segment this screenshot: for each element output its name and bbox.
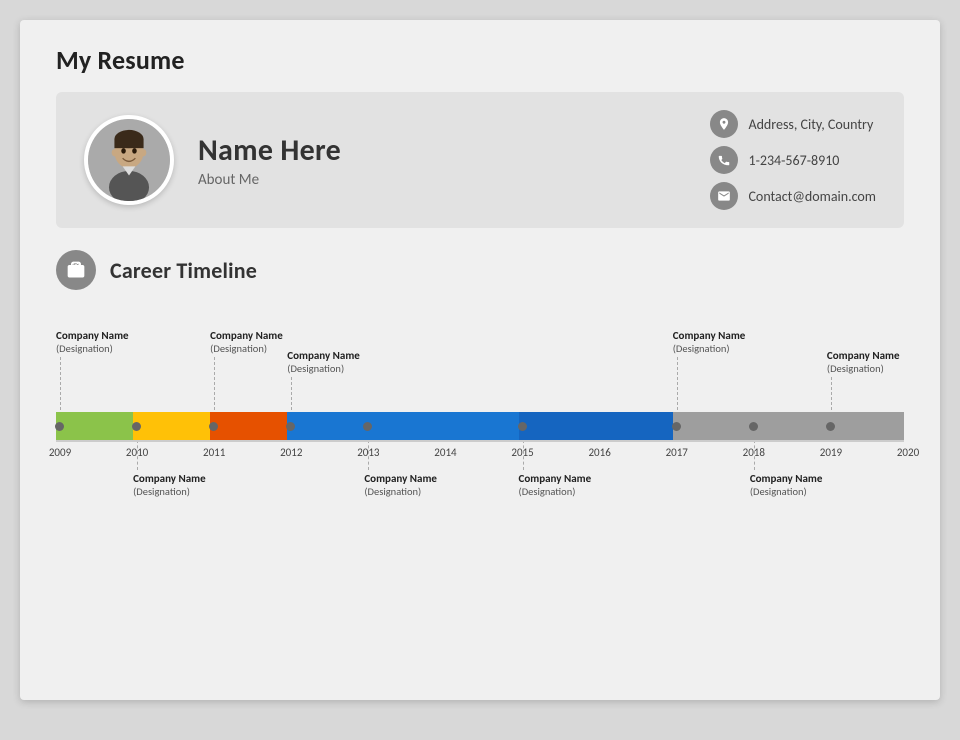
phone-icon xyxy=(710,146,738,174)
year-label: 2019 xyxy=(813,446,849,459)
email-text: Contact@domain.com xyxy=(748,188,876,205)
year-label: 2018 xyxy=(736,446,772,459)
year-label: 2016 xyxy=(582,446,618,459)
year-label: 2010 xyxy=(119,446,155,459)
address-row: Address, City, Country xyxy=(710,110,876,138)
timeline-dot xyxy=(55,422,64,431)
dashed-line xyxy=(291,377,292,410)
timeline-dot-bottom xyxy=(518,422,527,431)
year-label: 2015 xyxy=(505,446,541,459)
timeline-label-bottom: Company Name (Designation) xyxy=(133,472,253,498)
header-card: Name Here About Me Address, City, Countr… xyxy=(56,92,904,228)
timeline-bar xyxy=(56,412,133,440)
timeline-bar xyxy=(519,412,673,440)
timeline-dot xyxy=(826,422,835,431)
phone-text: 1-234-567-8910 xyxy=(748,152,839,169)
year-label: 2011 xyxy=(196,446,232,459)
year-label: 2009 xyxy=(42,446,78,459)
timeline-label-top: Company Name (Designation) xyxy=(56,329,176,355)
timeline-label-top: Company Name (Designation) xyxy=(673,329,793,355)
about-me-text: About Me xyxy=(198,171,686,189)
dashed-line xyxy=(60,357,61,410)
phone-row: 1-234-567-8910 xyxy=(710,146,876,174)
address-text: Address, City, Country xyxy=(748,116,873,133)
year-label: 2012 xyxy=(273,446,309,459)
timeline-label-bottom: Company Name (Designation) xyxy=(750,472,870,498)
name-block: Name Here About Me xyxy=(198,132,686,189)
timeline-label-top: Company Name (Designation) xyxy=(827,349,947,375)
timeline-bar xyxy=(673,412,904,440)
dashed-line xyxy=(677,357,678,410)
year-label: 2020 xyxy=(890,446,926,459)
axis-line xyxy=(56,440,904,442)
career-section-title: Career Timeline xyxy=(110,257,257,284)
timeline-visual: Company Name (Designation) Company Name … xyxy=(56,312,904,512)
timeline-label-bottom: Company Name (Designation) xyxy=(364,472,484,498)
slide: My Resume xyxy=(20,20,940,700)
address-icon xyxy=(710,110,738,138)
email-row: Contact@domain.com xyxy=(710,182,876,210)
timeline-dot-bottom xyxy=(132,422,141,431)
year-label: 2017 xyxy=(659,446,695,459)
year-label: 2013 xyxy=(350,446,386,459)
timeline-bar xyxy=(133,412,210,440)
year-label: 2014 xyxy=(427,446,463,459)
timeline-label-bottom: Company Name (Designation) xyxy=(519,472,639,498)
timeline-container: Company Name (Designation) Company Name … xyxy=(56,312,904,676)
section-header: Career Timeline xyxy=(56,250,904,290)
avatar xyxy=(84,115,174,205)
timeline-dot-bottom xyxy=(749,422,758,431)
email-icon xyxy=(710,182,738,210)
timeline-bar xyxy=(287,412,518,440)
person-name: Name Here xyxy=(198,132,686,169)
career-icon xyxy=(56,250,96,290)
dashed-line xyxy=(831,377,832,410)
timeline-dot xyxy=(672,422,681,431)
timeline-label-top: Company Name (Designation) xyxy=(287,349,407,375)
dashed-line xyxy=(214,357,215,410)
contact-block: Address, City, Country 1-234-567-8910 Co… xyxy=(686,110,876,210)
page-title: My Resume xyxy=(56,44,904,76)
